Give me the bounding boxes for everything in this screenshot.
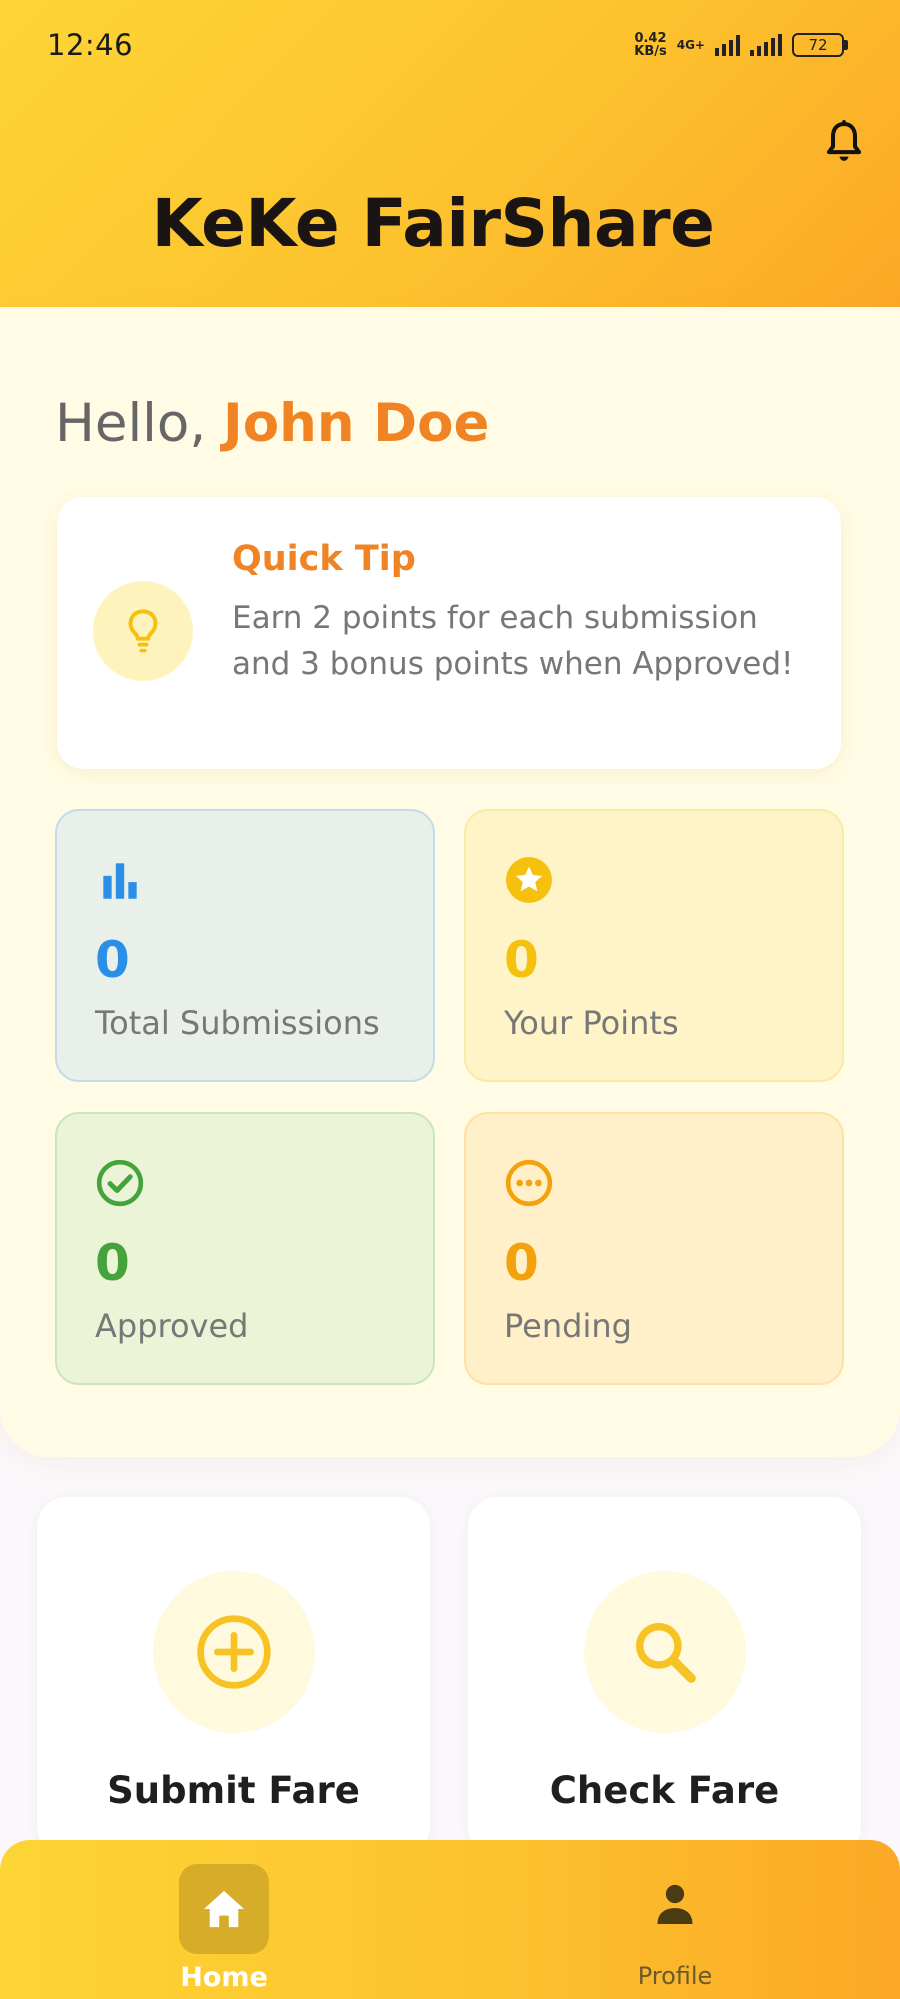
stat-card-points[interactable]: 0 Your Points: [464, 809, 844, 1082]
nav-tab-profile[interactable]: Profile: [610, 1852, 740, 1992]
submit-fare-button[interactable]: Submit Fare: [37, 1497, 430, 1857]
home-icon: [179, 1864, 269, 1954]
bottom-navigation: Home Profile: [0, 1840, 900, 1999]
signal-icon: [715, 34, 740, 56]
status-time: 12:46: [47, 28, 134, 62]
approved-value: 0: [95, 1234, 130, 1292]
bell-icon[interactable]: [822, 118, 866, 166]
app-title: KeKe FairShare: [151, 185, 715, 262]
network-speed-unit: KB/s: [634, 44, 667, 59]
check-fare-label: Check Fare: [549, 1769, 780, 1812]
pending-label: Pending: [504, 1307, 632, 1345]
submit-fare-label: Submit Fare: [107, 1769, 360, 1812]
status-icons: 0.42 KB/s 4G+ 72: [634, 30, 848, 60]
star-icon: [506, 857, 552, 903]
stat-card-total-submissions[interactable]: 0 Total Submissions: [55, 809, 435, 1082]
pending-value: 0: [504, 1234, 539, 1292]
total-submissions-value: 0: [95, 931, 130, 989]
more-horizontal-icon: [505, 1159, 553, 1207]
search-icon: [584, 1571, 746, 1733]
nav-profile-label: Profile: [637, 1962, 713, 1990]
app-header: 12:46 0.42 KB/s 4G+ 72 KeKe FairShare: [0, 0, 900, 307]
signal-icon: [750, 34, 782, 56]
stat-card-approved[interactable]: 0 Approved: [55, 1112, 435, 1385]
bar-chart-icon: [103, 863, 137, 899]
network-speed: 0.42 KB/s: [634, 32, 666, 58]
greeting-prefix: Hello,: [55, 393, 207, 454]
network-type: 4G+: [676, 38, 705, 52]
points-label: Your Points: [504, 1004, 679, 1042]
battery-level: 72: [792, 33, 844, 57]
lightbulb-icon: [93, 581, 193, 681]
check-circle-icon: [96, 1159, 144, 1207]
greeting: Hello, John Doe: [55, 393, 489, 454]
person-icon: [657, 1884, 693, 1924]
nav-home-label: Home: [180, 1962, 268, 1993]
summary-panel: Hello, John Doe Quick Tip Earn 2 points …: [0, 307, 900, 1457]
user-name: John Doe: [223, 393, 490, 454]
approved-label: Approved: [95, 1307, 249, 1345]
plus-circle-icon: [153, 1571, 315, 1733]
points-value: 0: [504, 931, 539, 989]
check-fare-button[interactable]: Check Fare: [468, 1497, 861, 1857]
quick-tip-card: Quick Tip Earn 2 points for each submiss…: [57, 497, 841, 769]
tip-body: Earn 2 points for each submission and 3 …: [232, 600, 794, 682]
tip-title: Quick Tip: [232, 539, 416, 579]
stat-card-pending[interactable]: 0 Pending: [464, 1112, 844, 1385]
battery-icon: 72: [792, 33, 848, 57]
nav-tab-home[interactable]: Home: [160, 1852, 288, 1993]
total-submissions-label: Total Submissions: [95, 1004, 380, 1042]
